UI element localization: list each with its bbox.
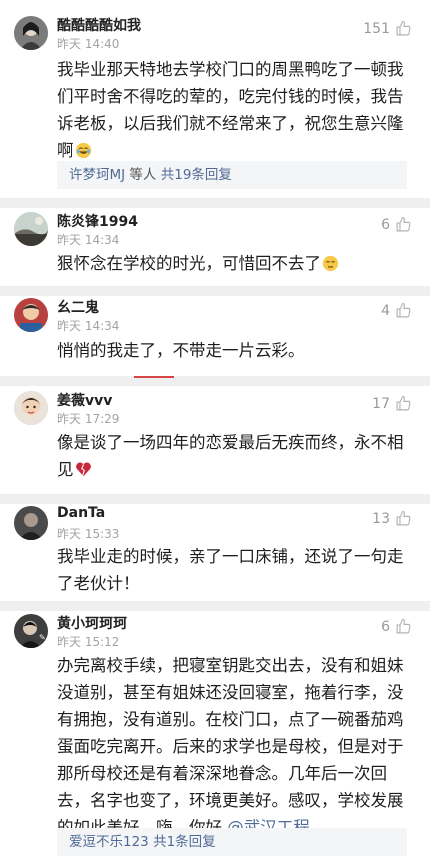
like-button[interactable]: 151	[363, 20, 412, 37]
comment-text: 我毕业走的时候，亲了一口床铺，还说了一句走了老伙计！	[57, 547, 404, 593]
thumbs-up-icon	[395, 302, 412, 319]
comment-text: 狠怀念在学校的时光，可惜回不去了	[57, 250, 407, 277]
like-count: 6	[381, 216, 390, 233]
reply-summary[interactable]: 许梦珂MJ 等人 共19条回复	[57, 161, 407, 189]
unamused-emoji	[322, 255, 339, 272]
comment-text: 悄悄的我走了，不带走一片云彩。	[57, 341, 305, 360]
avatar[interactable]	[14, 298, 48, 332]
comment-author[interactable]: DanTa	[57, 505, 105, 521]
thumbs-up-icon	[395, 510, 412, 527]
avatar[interactable]	[14, 506, 48, 540]
comment-author[interactable]: 酷酷酷酷如我	[57, 15, 141, 35]
like-button[interactable]: 13	[372, 510, 412, 527]
comment-text: 像是谈了一场四年的恋爱最后无疾而终，永不相见	[57, 433, 404, 479]
comment-time: 昨天 14:34	[57, 319, 120, 333]
avatar[interactable]: ✎	[14, 614, 48, 648]
reply-count[interactable]: 共19条回复	[161, 167, 232, 183]
divider	[0, 601, 430, 611]
like-count: 6	[381, 618, 390, 635]
svg-text:✎: ✎	[39, 633, 46, 642]
comment-author[interactable]: 幺二鬼	[57, 297, 99, 317]
crying-laugh-emoji	[75, 142, 92, 159]
comment-text: 办完离校手续，把寝室钥匙交出去，没有和姐妹没道别，甚至有姐妹还没回寝室，拖着行李…	[57, 652, 407, 841]
reply-summary[interactable]: 爱逗不乐123 共1条回复	[57, 828, 407, 856]
thumbs-up-icon	[395, 618, 412, 635]
comment-time: 昨天 14:34	[57, 233, 120, 247]
thumbs-up-icon	[395, 216, 412, 233]
comment-time: 昨天 14:40	[57, 37, 120, 51]
like-button[interactable]: 6	[381, 216, 412, 233]
reply-count[interactable]: 共1条回复	[153, 834, 216, 850]
like-count: 13	[372, 510, 390, 527]
like-count: 151	[363, 20, 390, 37]
like-button[interactable]: 17	[372, 395, 412, 412]
reply-user[interactable]: 爱逗不乐123	[69, 834, 149, 850]
avatar[interactable]	[14, 16, 48, 50]
comment-time: 昨天 15:33	[57, 527, 120, 541]
comment-author[interactable]: 陈炎锋1994	[57, 211, 138, 231]
divider	[0, 376, 430, 386]
avatar[interactable]	[14, 212, 48, 246]
like-count: 17	[372, 395, 390, 412]
like-button[interactable]: 4	[381, 302, 412, 319]
comment-author[interactable]: 黄小珂珂珂	[57, 613, 127, 633]
reply-and: 等人	[125, 167, 161, 183]
like-button[interactable]: 6	[381, 618, 412, 635]
broken-heart-emoji	[75, 461, 92, 478]
divider	[0, 494, 430, 504]
comment-author[interactable]: 姜薇vvv	[57, 390, 112, 410]
avatar[interactable]	[14, 391, 48, 425]
divider	[0, 286, 430, 296]
like-count: 4	[381, 302, 390, 319]
reply-user[interactable]: 许梦珂MJ	[69, 167, 125, 183]
divider	[0, 198, 430, 208]
comment-time: 昨天 17:29	[57, 412, 120, 426]
thumbs-up-icon	[395, 20, 412, 37]
comment-time: 昨天 15:12	[57, 635, 120, 649]
comment-text: 我毕业那天特地去学校门口的周黑鸭吃了一顿我们平时舍不得吃的荤的，吃完付钱的时候，…	[57, 60, 404, 160]
highlight-line	[134, 376, 174, 378]
thumbs-up-icon	[395, 395, 412, 412]
